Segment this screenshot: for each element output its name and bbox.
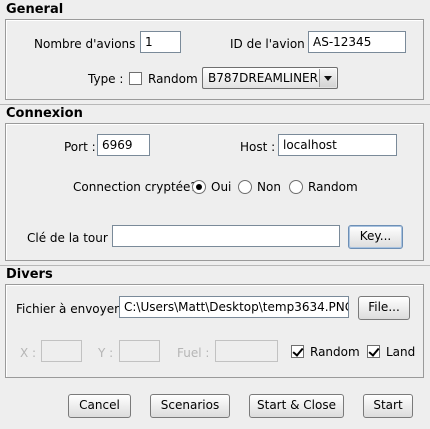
crypt-label: Connection cryptée? [73,180,197,194]
nb-avions-input[interactable]: 1 [140,31,181,53]
crypt-radio-non[interactable] [238,180,252,194]
x-input[interactable] [41,340,82,362]
file-path-input[interactable]: C:\Users\Matt\Desktop\temp3634.PNG [119,296,349,318]
id-avion-input[interactable]: AS-12345 [308,31,406,53]
fuel-label: Fuel : [177,346,210,360]
divers-random-label: Random [310,345,360,359]
nb-avions-label: Nombre d'avions : [34,37,144,51]
host-label: Host : [240,140,276,154]
scenarios-button[interactable]: Scenarios [150,394,230,418]
crypt-option-non-label: Non [257,180,281,194]
crypt-option-oui-label: Oui [211,180,232,194]
type-select-value: B787DREAMLINER [208,71,318,85]
key-input[interactable] [112,225,340,247]
crypt-radio-random[interactable] [289,180,303,194]
key-label: Clé de la tour : [27,231,116,245]
y-label: Y : [98,346,114,360]
port-input[interactable]: 6969 [97,134,150,156]
id-avion-label: ID de l'avion : [230,37,313,51]
start-close-button[interactable]: Start & Close [249,394,344,418]
divider [0,104,430,105]
type-label: Type : [88,72,124,86]
fuel-input[interactable] [215,340,278,362]
x-label: X : [20,346,37,360]
port-label: Port : [64,140,96,154]
land-label: Land [386,345,416,359]
crypt-radio-oui[interactable] [192,180,206,194]
type-select[interactable]: B787DREAMLINER [202,67,338,89]
key-button[interactable]: Key... [348,225,403,249]
crypt-option-random-label: Random [308,180,358,194]
start-button[interactable]: Start [363,394,413,418]
type-random-label: Random [148,72,198,86]
type-random-checkbox[interactable] [129,72,142,85]
divers-random-checkbox[interactable] [291,345,304,358]
section-title-general: General [6,2,64,17]
chevron-down-icon[interactable] [319,69,336,87]
file-label: Fichier à envoyer : [16,302,127,316]
divider [0,265,430,266]
land-checkbox[interactable] [367,345,380,358]
section-title-connexion: Connexion [6,106,83,121]
section-title-divers: Divers [6,267,53,282]
cancel-button[interactable]: Cancel [68,394,131,418]
y-input[interactable] [119,340,160,362]
file-button[interactable]: File... [358,296,410,320]
host-input[interactable]: localhost [278,134,397,156]
